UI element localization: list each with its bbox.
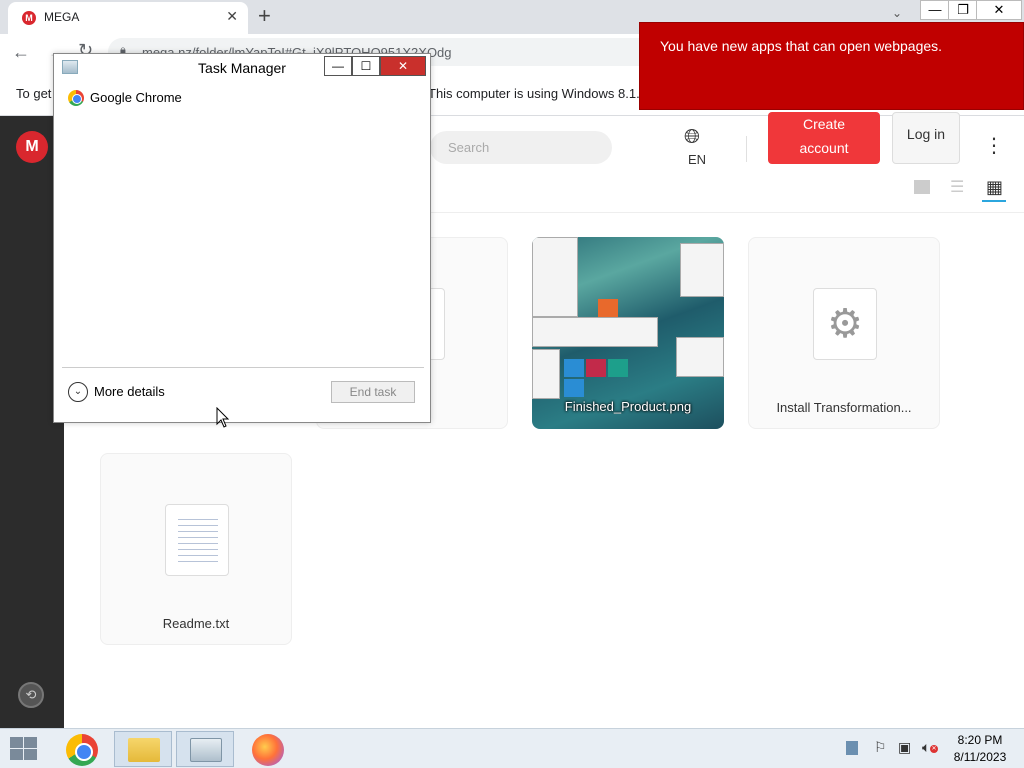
thumbnail-window — [532, 349, 560, 399]
create-account-label-1: Create — [802, 116, 846, 132]
close-tab-icon[interactable]: ✕ — [226, 8, 238, 25]
text-line — [178, 561, 218, 562]
task-manager-minimize-button[interactable]: — — [324, 56, 352, 76]
thumbnail-tile — [598, 299, 618, 317]
file-name: Readme.txt — [162, 616, 230, 631]
gear-icon: ⚙ — [813, 288, 877, 360]
chrome-icon — [68, 90, 84, 106]
taskbar: ⚐ ▣ 🔈︎ ✕ 8:20 PM 8/11/2023 — [0, 728, 1024, 768]
end-task-button[interactable]: End task — [331, 381, 415, 403]
thumbnail-tile — [586, 359, 606, 377]
grid-view-active-indicator — [982, 200, 1006, 202]
browser-tab[interactable]: M MEGA ✕ — [8, 2, 248, 34]
text-line — [178, 537, 218, 538]
text-line — [178, 555, 218, 556]
clock-time[interactable]: 8:20 PM — [940, 733, 1020, 747]
login-button[interactable]: Log in — [892, 112, 960, 164]
tab-title: MEGA — [44, 10, 80, 24]
process-name: Google Chrome — [90, 90, 182, 105]
create-account-label-2: account — [799, 140, 849, 156]
taskbar-firefox[interactable] — [238, 731, 296, 767]
notification-message: You have new apps that can open webpages… — [660, 38, 943, 54]
task-manager-titlebar[interactable]: Task Manager — ☐ ✕ — [54, 54, 430, 80]
browser-close-button[interactable]: ✕ — [976, 0, 1022, 20]
text-line — [178, 525, 218, 526]
file-name: Finished_Product.png — [564, 399, 692, 414]
file-card[interactable]: Readme.txt — [100, 453, 292, 645]
notification-toast[interactable]: You have new apps that can open webpages… — [639, 22, 1024, 110]
chrome-icon — [66, 734, 98, 766]
create-account-button[interactable]: Create account — [768, 112, 880, 164]
windows-logo-pane — [10, 749, 23, 760]
thumbnail-tile — [564, 359, 584, 377]
taskbar-file-explorer[interactable] — [114, 731, 172, 767]
search-input[interactable]: Search — [430, 131, 612, 164]
new-tab-button[interactable]: + — [258, 4, 271, 28]
more-details-label[interactable]: More details — [94, 384, 165, 399]
sync-icon[interactable]: ⟲ — [18, 682, 44, 708]
text-line — [178, 549, 218, 550]
infobar-text: To get — [16, 86, 52, 101]
mega-favicon-icon: M — [22, 11, 36, 25]
thumbnail-window — [676, 337, 724, 377]
task-manager-divider — [62, 367, 424, 368]
windows-logo-pane — [24, 737, 37, 748]
thumbnail-window — [680, 243, 724, 297]
task-manager-maximize-button[interactable]: ☐ — [352, 56, 380, 76]
list-view-icon[interactable]: ☰ — [950, 180, 964, 196]
taskbar-task-manager[interactable] — [176, 731, 234, 767]
browser-restore-button[interactable]: ❐ — [948, 0, 978, 20]
more-menu-icon[interactable]: ⋮ — [984, 136, 1004, 156]
browser-minimize-button[interactable]: — — [920, 0, 950, 20]
firefox-icon — [252, 734, 284, 766]
mouse-cursor-icon — [216, 407, 230, 428]
thumbnail-window — [532, 317, 658, 347]
back-arrow-icon[interactable]: ← — [12, 42, 30, 63]
tab-search-icon[interactable]: ⌄ — [892, 6, 902, 20]
task-manager-icon — [190, 738, 222, 762]
text-line — [178, 519, 218, 520]
windows-logo-pane — [24, 749, 37, 760]
text-line — [178, 543, 218, 544]
thumbnail-view-icon[interactable] — [914, 180, 930, 194]
thumbnail-tile — [564, 379, 584, 397]
text-line — [178, 531, 218, 532]
windows-logo-pane — [10, 737, 23, 748]
language-label[interactable]: EN — [688, 152, 706, 167]
file-name: Install Transformation... — [776, 400, 912, 415]
chevron-down-icon[interactable]: ⌄ — [68, 382, 88, 402]
file-card[interactable]: ⚙ Install Transformation... — [748, 237, 940, 429]
mega-logo[interactable]: M — [16, 131, 48, 163]
search-placeholder: Search — [448, 140, 490, 155]
muted-badge-icon: ✕ — [930, 745, 938, 753]
thumbnail-window — [532, 237, 578, 317]
start-button[interactable] — [8, 737, 38, 761]
clock-date[interactable]: 8/11/2023 — [940, 750, 1020, 764]
taskbar-chrome[interactable] — [52, 731, 110, 767]
thumbnail-tile — [608, 359, 628, 377]
file-explorer-icon — [128, 738, 160, 762]
globe-icon[interactable]: 🌐︎ — [684, 126, 700, 149]
task-manager-close-button[interactable]: ✕ — [380, 56, 426, 76]
grid-view-icon[interactable]: ▦ — [986, 178, 1003, 196]
task-manager-window: Task Manager — ☐ ✕ Google Chrome ⌄ More … — [53, 53, 431, 423]
infobar-message: This computer is using Windows 8.1. — [428, 86, 640, 101]
network-icon[interactable]: ▣ — [898, 739, 911, 756]
text-file-icon — [165, 504, 229, 576]
header-divider — [746, 136, 747, 162]
show-desktop-icon[interactable] — [846, 741, 858, 755]
action-center-flag-icon[interactable]: ⚐ — [874, 739, 887, 756]
file-card[interactable]: Finished_Product.png — [532, 237, 724, 429]
